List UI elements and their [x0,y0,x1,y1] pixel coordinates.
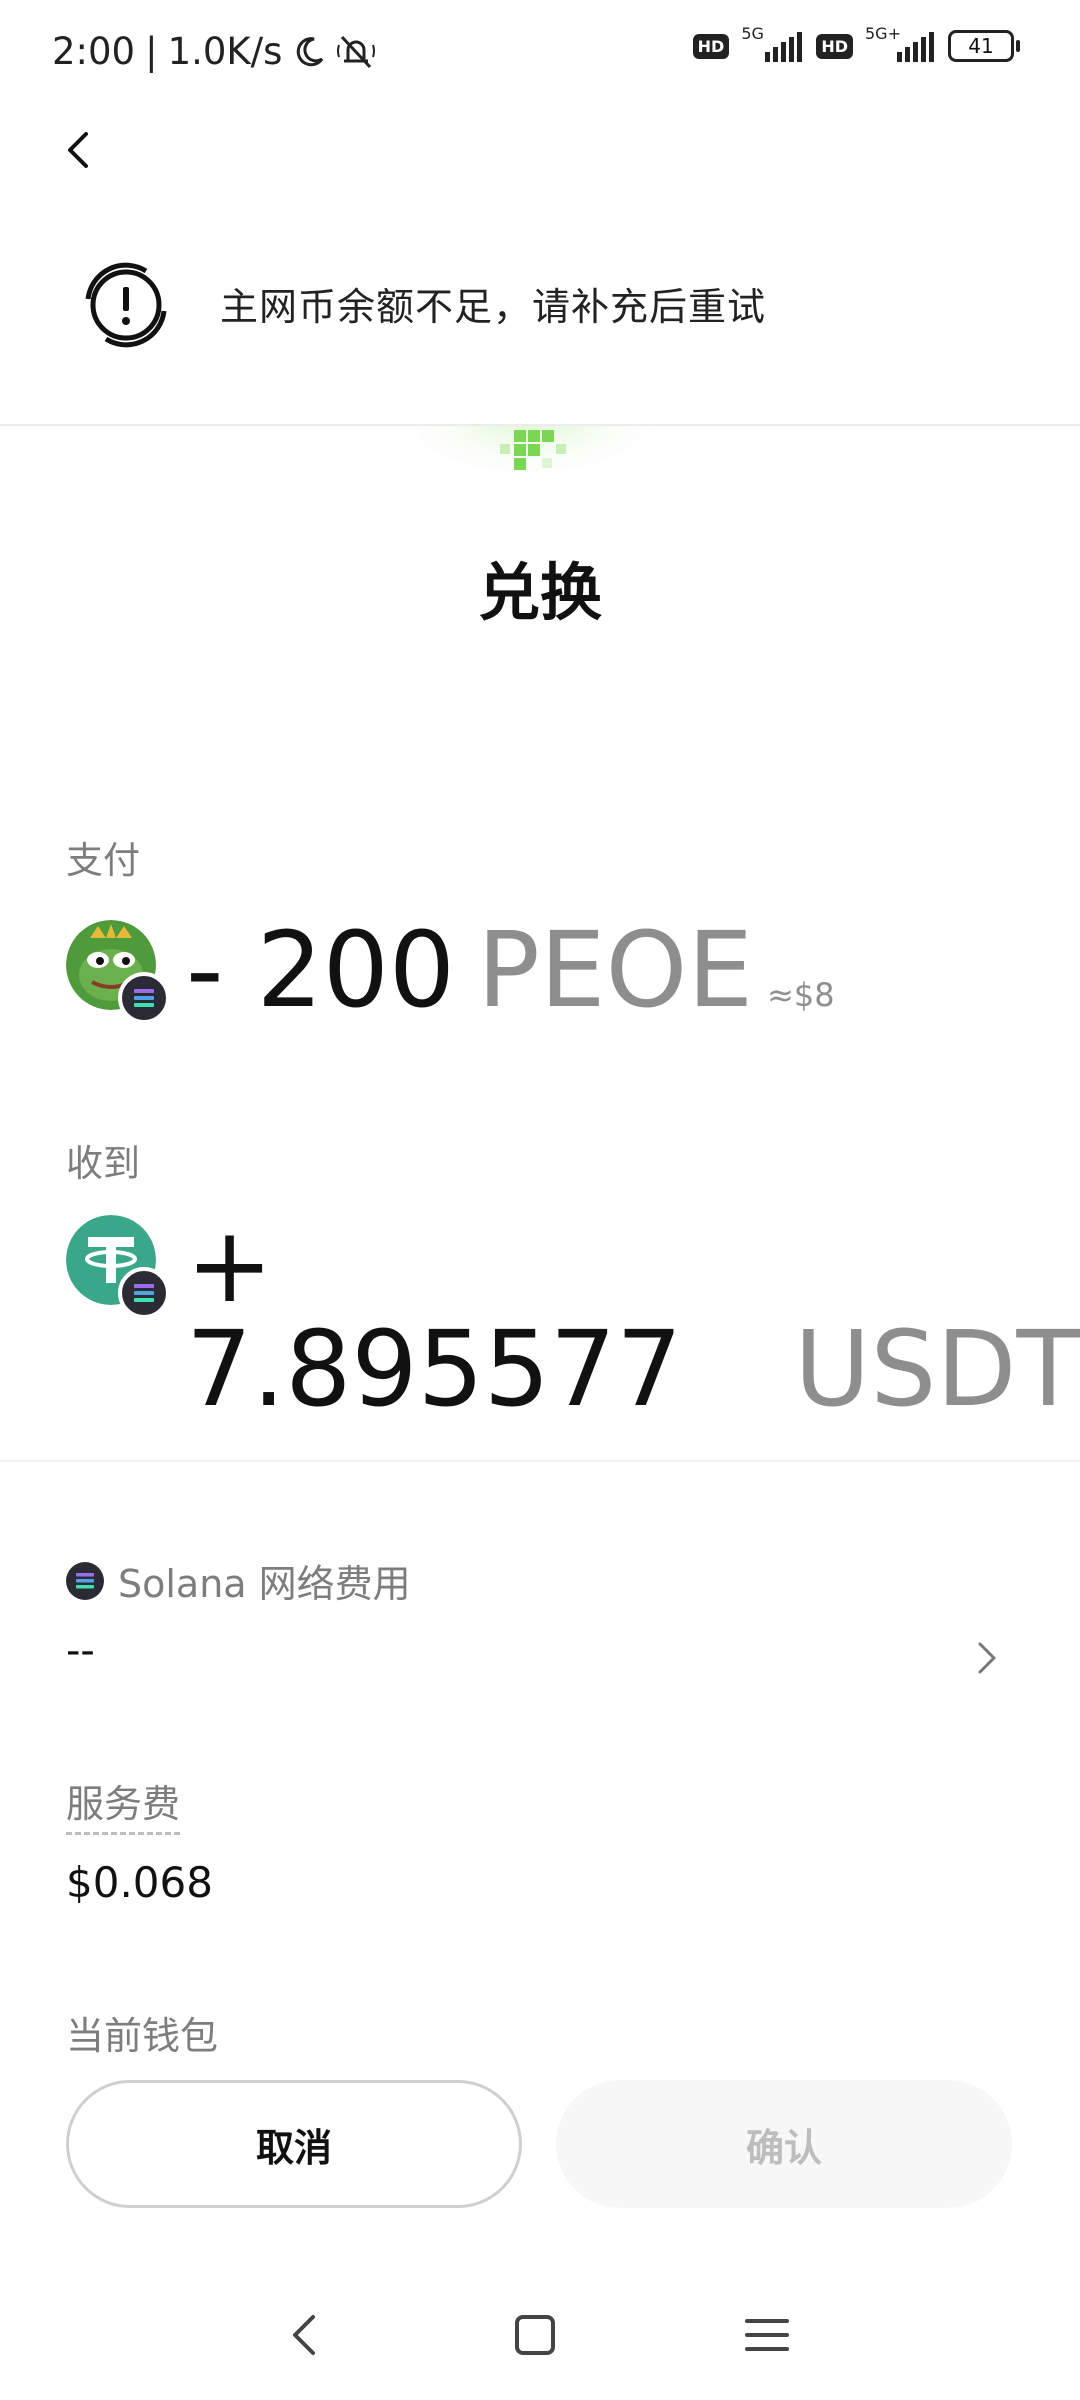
solana-logo-icon [134,989,154,1007]
solana-logo-icon [134,1284,154,1302]
nav-back-icon[interactable] [275,2305,335,2365]
section-divider [0,1460,1080,1462]
status-bar-left: 2:00 | 1.0K/s [52,30,376,73]
receive-amount-row: + 7.895577 USDT [186,1213,1080,1421]
service-fee-value: $0.068 [66,1858,213,1907]
pay-usd-value: ≈$8 [767,976,835,1014]
pay-symbol: PEOE [477,909,754,1031]
hd-badge-1: HD [692,33,730,59]
pay-amount: - 200 [186,909,456,1031]
back-arrow-icon[interactable] [60,120,100,180]
solana-badge-icon [118,1267,170,1319]
solana-icon [66,1561,104,1600]
service-fee-label[interactable]: 服务费 [66,1773,181,1835]
toast-message: 主网币余额不足，请补充后重试 [220,285,767,329]
receive-token-avatar [66,1215,170,1319]
nav-home-icon[interactable] [505,2305,565,2365]
mute-bell-icon [337,35,376,68]
solana-badge-icon [118,972,170,1024]
network-fee-row[interactable]: -- [0,1618,1080,1698]
pay-token-avatar [66,920,170,1024]
solana-logo-icon [76,1572,94,1588]
page-title: 兑换 [477,556,602,629]
current-wallet-label: 当前钱包 [66,2014,219,2058]
alert-refresh-icon [85,262,167,348]
hd-badge-2: HD [816,33,853,59]
signal-icon-sim2: 5G+ [865,24,934,62]
moon-icon [297,36,324,66]
pay-amount-row: - 200 PEOE ≈$8 [186,918,835,1022]
network-type-1: 5G [741,24,764,43]
clock: 2:00 [52,30,136,73]
network-fee-label: Solana 网络费用 [66,1553,411,1608]
service-fee-label-text: 服务费 [66,1773,181,1835]
network-fee-value: -- [66,1628,95,1674]
receive-label: 收到 [66,1142,140,1185]
receive-amount: + 7.895577 [186,1204,683,1430]
network-speed: 1.0K/s [167,30,283,73]
chevron-right-icon[interactable] [972,1638,1002,1678]
pay-label: 支付 [66,839,140,882]
status-bar-right: HD 5G HD 5G+ 41 [692,24,1020,62]
network-fee-label-text: Solana 网络费用 [118,1562,411,1606]
separator: | [145,30,158,73]
signal-icon-sim1: 5G [741,24,803,62]
insufficient-balance-toast: 主网币余额不足，请补充后重试 [0,210,1080,426]
nav-menu-icon[interactable] [737,2305,797,2365]
cancel-button[interactable]: 取消 [66,2080,522,2208]
confirm-button[interactable]: 确认 [556,2080,1012,2208]
receive-symbol: USDT [794,1308,1080,1430]
network-type-2: 5G+ [865,24,901,43]
battery-icon: 41 [948,30,1020,62]
